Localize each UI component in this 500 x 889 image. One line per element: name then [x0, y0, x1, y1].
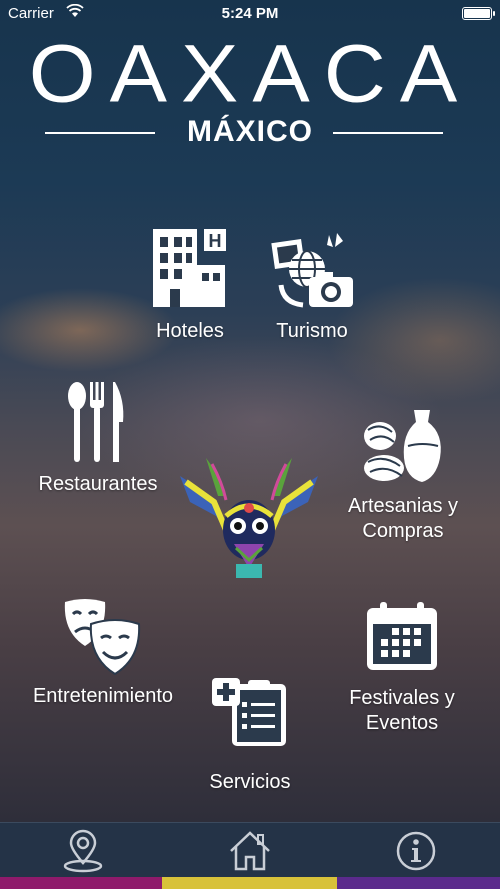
menu-label-festivales-1: Festivales y — [349, 687, 455, 709]
hotel-building-icon: H — [153, 229, 226, 307]
alebrije-mask-logo — [176, 456, 322, 584]
menu-label-restaurantes: Restaurantes — [38, 473, 158, 495]
menu-label-turismo: Turismo — [276, 320, 348, 342]
menu-item-turismo[interactable]: Turismo — [262, 225, 362, 344]
menu-label-entretenimiento: Entretenimiento — [32, 685, 174, 707]
svg-text:H: H — [209, 231, 222, 251]
tab-home[interactable] — [225, 829, 275, 873]
location-pin-icon — [63, 829, 103, 873]
app-title: OAXACA — [28, 28, 472, 120]
crafts-pottery-icon — [364, 410, 441, 482]
menu-item-artesanias[interactable]: Artesanias y Compras — [333, 402, 473, 544]
menu-label-artesanias-2: Compras — [362, 520, 444, 542]
cutlery-icon — [68, 382, 124, 462]
info-icon — [396, 831, 436, 871]
menu-item-servicios[interactable]: Servicios — [190, 676, 310, 795]
tab-location[interactable] — [58, 829, 108, 873]
tab-bar — [0, 822, 500, 878]
tourism-camera-globe-icon — [271, 233, 353, 308]
accent-color-stripe — [0, 877, 500, 889]
divider-line — [333, 132, 443, 134]
menu-label-festivales-2: Eventos — [365, 712, 439, 734]
stripe-purple — [337, 877, 500, 889]
app-subtitle-row: MÁXICO — [0, 112, 500, 152]
calendar-icon — [367, 602, 437, 670]
menu-item-entretenimiento[interactable]: Entretenimiento — [18, 596, 188, 709]
menu-item-hoteles[interactable]: H Hoteles — [140, 225, 240, 344]
home-icon — [230, 831, 270, 871]
menu-label-artesanias-1: Artesanias y — [347, 495, 459, 517]
menu-item-restaurantes[interactable]: Restaurantes — [28, 380, 168, 497]
battery-icon — [462, 7, 495, 20]
stripe-yellow — [162, 877, 337, 889]
stripe-magenta — [0, 877, 162, 889]
tab-info[interactable] — [391, 829, 441, 873]
menu-label-hoteles: Hoteles — [156, 320, 224, 342]
clipboard-services-icon — [212, 678, 286, 746]
status-bar: Carrier 5:24 PM — [0, 0, 500, 28]
menu-label-servicios: Servicios — [209, 771, 291, 793]
menu-item-festivales[interactable]: Festivales y Eventos — [332, 600, 472, 736]
theater-masks-icon — [64, 599, 141, 676]
clock-label: 5:24 PM — [221, 5, 279, 22]
